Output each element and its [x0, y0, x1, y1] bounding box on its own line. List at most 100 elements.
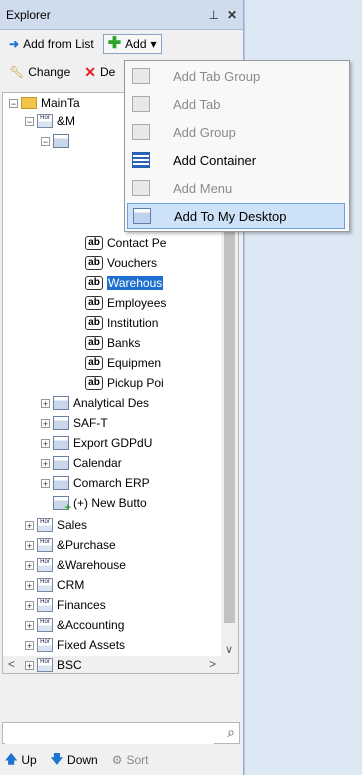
container-icon: [53, 134, 69, 148]
menu-item-label: Add Tab Group: [173, 68, 261, 84]
menu-item-label: Add Group: [173, 124, 236, 140]
menu-icon: [127, 180, 155, 196]
menu-item-add-tab-group[interactable]: Add Tab Group: [127, 63, 345, 89]
tree-item[interactable]: + Export GDPdU: [41, 433, 152, 453]
tree-item[interactable]: ab Warehous: [85, 273, 164, 293]
tree-item[interactable]: + SAF-T: [41, 413, 108, 433]
move-up-button[interactable]: 🡅︎ Up: [4, 749, 38, 772]
tab-icon: [127, 96, 155, 112]
search-icon[interactable]: ⌕: [227, 724, 235, 741]
expand-toggle-icon[interactable]: +: [25, 520, 34, 530]
tree-item-label: MainTa: [41, 96, 80, 110]
tree-item-label: Institution: [107, 316, 159, 330]
tree-item-label: Vouchers: [107, 256, 158, 270]
bottom-toolbar: 🡅︎ Up 🡇︎ Down ⚙ Sort: [0, 748, 150, 772]
container-icon: [53, 476, 69, 490]
tree-item[interactable]: ab Contact Pe: [85, 233, 166, 253]
move-down-button[interactable]: 🡇︎ Down: [50, 749, 99, 772]
tree-item-label: Sales: [57, 518, 88, 532]
expand-toggle-icon[interactable]: +: [41, 478, 50, 488]
tree-item[interactable]: + Hor CRM: [25, 575, 84, 595]
expand-toggle-icon[interactable]: +: [25, 580, 34, 590]
menu-item-add-to-my-desktop[interactable]: Add To My Desktop: [127, 203, 345, 229]
arrow-right-icon: ➜: [9, 37, 20, 51]
collapse-toggle-icon[interactable]: −: [25, 116, 34, 126]
tree-item[interactable]: (+) New Butto: [53, 493, 147, 514]
tree-item[interactable]: + Hor Finances: [25, 595, 106, 615]
expand-toggle-icon[interactable]: +: [41, 398, 50, 408]
expand-toggle-icon[interactable]: +: [25, 560, 34, 570]
menu-item-add-container[interactable]: Add Container: [127, 147, 345, 173]
tree-item[interactable]: ab Pickup Poi: [85, 373, 164, 393]
container-icon: [53, 416, 69, 430]
text-button-icon: ab: [85, 376, 103, 390]
scroll-down-arrow[interactable]: ∨: [225, 643, 233, 656]
tree-item-label: &Purchase: [57, 538, 116, 552]
expand-toggle-icon[interactable]: +: [41, 438, 50, 448]
tree-item-label: Equipmen: [107, 356, 162, 370]
delete-x-icon: ✕: [84, 63, 97, 80]
expand-toggle-icon[interactable]: +: [25, 660, 34, 670]
menu-item-label: Add Menu: [173, 180, 233, 196]
arrow-up-icon: 🡅︎: [5, 751, 18, 766]
tree-item-label: &Accounting: [57, 618, 125, 632]
pin-icon[interactable]: ⊥: [208, 8, 218, 22]
tree-item[interactable]: ab Institution: [85, 313, 158, 333]
search-field[interactable]: ⌕: [2, 722, 240, 744]
new-button-icon: [53, 496, 71, 514]
tree-item[interactable]: + Calendar: [41, 453, 122, 473]
tree-item[interactable]: + Hor BSC: [25, 655, 82, 673]
sort-button[interactable]: ⚙ Sort: [111, 752, 150, 768]
expand-toggle-icon[interactable]: +: [25, 540, 34, 550]
menu-item-label: Add To My Desktop: [174, 208, 287, 224]
tree-item[interactable]: + Hor &Purchase: [25, 535, 116, 555]
close-icon[interactable]: ✕: [227, 8, 237, 22]
expand-toggle-icon[interactable]: +: [25, 620, 34, 630]
tree-item[interactable]: − MainTa: [9, 93, 80, 113]
tree-item-label: Banks: [107, 336, 141, 350]
menu-item-add-tab[interactable]: Add Tab: [127, 91, 345, 117]
tree-item[interactable]: + Hor &Warehouse: [25, 555, 126, 575]
tree-item-label: Warehous: [107, 276, 164, 290]
tree-item[interactable]: − Hor &M: [25, 111, 75, 131]
tree-item[interactable]: + Hor Fixed Assets: [25, 635, 125, 655]
vertical-scroll-thumb[interactable]: [224, 187, 235, 623]
scroll-left-arrow[interactable]: <: [8, 657, 15, 671]
expand-toggle-icon[interactable]: +: [25, 640, 34, 650]
collapse-toggle-icon[interactable]: −: [41, 136, 50, 146]
tree-item-label: &M: [57, 114, 75, 128]
tree-item-label: Export GDPdU: [73, 436, 153, 450]
tree-item[interactable]: + Analytical Des: [41, 393, 149, 413]
expand-toggle-icon[interactable]: +: [25, 600, 34, 610]
search-input[interactable]: [5, 724, 214, 744]
text-button-icon: ab: [85, 316, 103, 330]
tree-item[interactable]: + Hor &Accounting: [25, 615, 124, 635]
menu-item-add-menu[interactable]: Add Menu: [127, 175, 345, 201]
tree-item[interactable]: ab Vouchers: [85, 253, 157, 273]
expand-toggle-icon[interactable]: +: [41, 418, 50, 428]
tree-item[interactable]: ab Banks: [85, 333, 140, 353]
add-dropdown-button[interactable]: ✚ Add ▾: [102, 34, 162, 54]
tree-item[interactable]: ab Equipmen: [85, 353, 161, 373]
text-button-icon: ab: [85, 356, 103, 370]
horizontal-tab-icon: Hor: [37, 518, 53, 532]
tree-item-label: (+) New Butto: [73, 496, 147, 510]
expand-toggle-icon[interactable]: +: [41, 458, 50, 468]
tree-item[interactable]: + Hor Sales: [25, 515, 87, 535]
menu-item-add-group[interactable]: Add Group: [127, 119, 345, 145]
change-button[interactable]: 🔧︎ Change: [4, 62, 75, 82]
text-button-icon: ab: [85, 276, 103, 290]
collapse-toggle-icon[interactable]: −: [9, 98, 18, 108]
plus-icon: ✚: [107, 35, 122, 52]
horizontal-tab-icon: Hor: [37, 114, 53, 128]
tree-item-label: Calendar: [73, 456, 122, 470]
delete-button[interactable]: ✕ De: [79, 61, 120, 84]
add-from-list-button[interactable]: ➜ Add from List: [4, 34, 99, 54]
container-icon: [127, 152, 155, 168]
tree-item[interactable]: ab Employees: [85, 293, 166, 313]
folder-icon: [21, 97, 37, 109]
tree-item[interactable]: + Comarch ERP: [41, 473, 150, 493]
scroll-right-arrow[interactable]: >: [209, 657, 216, 671]
add-dropdown-menu: Add Tab Group Add Tab Add Group Add Contain…: [124, 60, 350, 232]
tree-item[interactable]: −: [41, 131, 73, 151]
